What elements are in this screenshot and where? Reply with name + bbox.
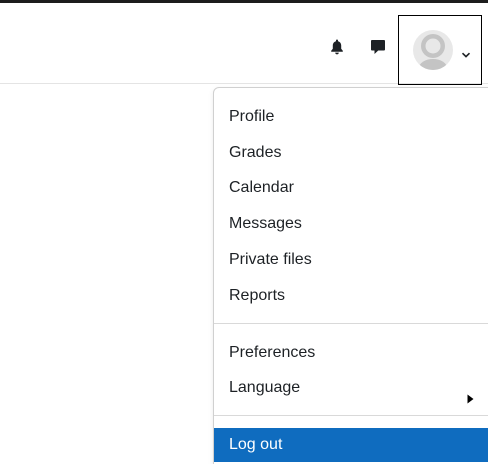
menu-item-preferences[interactable]: Preferences	[214, 336, 488, 370]
menu-item-messages[interactable]: Messages	[214, 207, 488, 241]
menu-item-profile[interactable]: Profile	[214, 100, 488, 134]
menu-item-reports[interactable]: Reports	[214, 279, 488, 313]
menu-item-grades[interactable]: Grades	[214, 136, 488, 170]
caret-right-icon	[467, 383, 474, 404]
speech-bubble-icon[interactable]	[370, 39, 386, 55]
user-menu-toggle[interactable]	[398, 15, 482, 85]
menu-divider	[214, 415, 488, 416]
menu-item-logout[interactable]: Log out	[214, 428, 488, 462]
chevron-down-icon	[461, 46, 471, 58]
navbar	[0, 3, 488, 85]
bell-icon[interactable]	[330, 39, 344, 55]
menu-item-language[interactable]: Language	[214, 371, 488, 405]
menu-item-calendar[interactable]: Calendar	[214, 171, 488, 205]
menu-item-language-label: Language	[229, 379, 301, 396]
user-avatar-icon	[413, 30, 453, 70]
user-menu-dropdown: Profile Grades Calendar Messages Private…	[213, 87, 488, 464]
menu-divider	[214, 323, 488, 324]
page: Profile Grades Calendar Messages Private…	[0, 0, 488, 464]
menu-item-private-files[interactable]: Private files	[214, 243, 488, 277]
